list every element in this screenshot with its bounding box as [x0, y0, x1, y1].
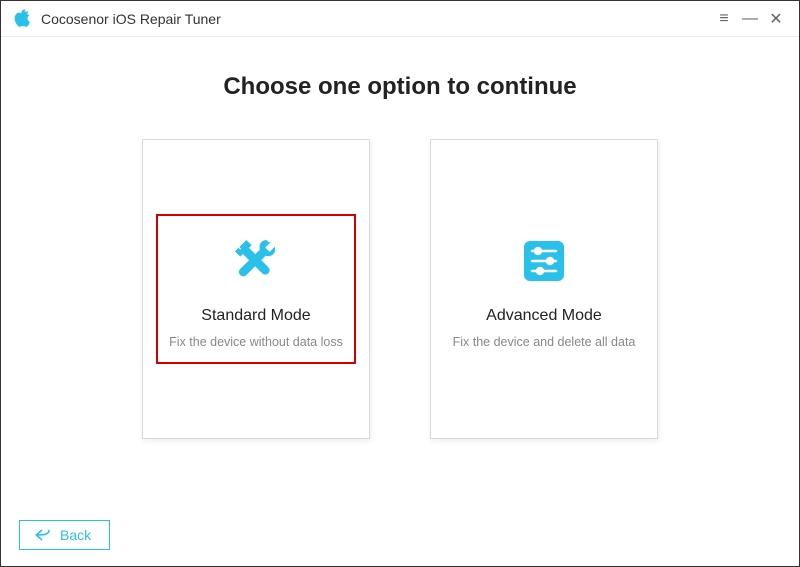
app-logo-icon — [11, 8, 33, 30]
app-title: Cocosenor iOS Repair Tuner — [41, 11, 221, 27]
close-button[interactable]: ✕ — [763, 6, 789, 32]
advanced-mode-card[interactable]: Advanced Mode Fix the device and delete … — [430, 139, 658, 439]
title-bar: Cocosenor iOS Repair Tuner ≡ — ✕ — [1, 1, 799, 37]
page-heading: Choose one option to continue — [1, 73, 799, 101]
back-button-label: Back — [60, 527, 91, 543]
sliders-icon — [512, 229, 576, 293]
option-cards: Standard Mode Fix the device without dat… — [1, 139, 799, 439]
minimize-button[interactable]: — — [737, 6, 763, 32]
back-button[interactable]: Back — [19, 520, 110, 550]
standard-mode-highlight: Standard Mode Fix the device without dat… — [156, 214, 356, 364]
advanced-mode-desc: Fix the device and delete all data — [453, 335, 636, 349]
standard-mode-desc: Fix the device without data loss — [169, 335, 343, 349]
advanced-mode-inner: Advanced Mode Fix the device and delete … — [444, 214, 644, 364]
standard-mode-title: Standard Mode — [201, 307, 310, 325]
advanced-mode-title: Advanced Mode — [486, 307, 602, 325]
standard-mode-card[interactable]: Standard Mode Fix the device without dat… — [142, 139, 370, 439]
menu-icon[interactable]: ≡ — [711, 6, 737, 32]
back-arrow-icon — [34, 528, 52, 542]
tools-icon — [224, 229, 288, 293]
